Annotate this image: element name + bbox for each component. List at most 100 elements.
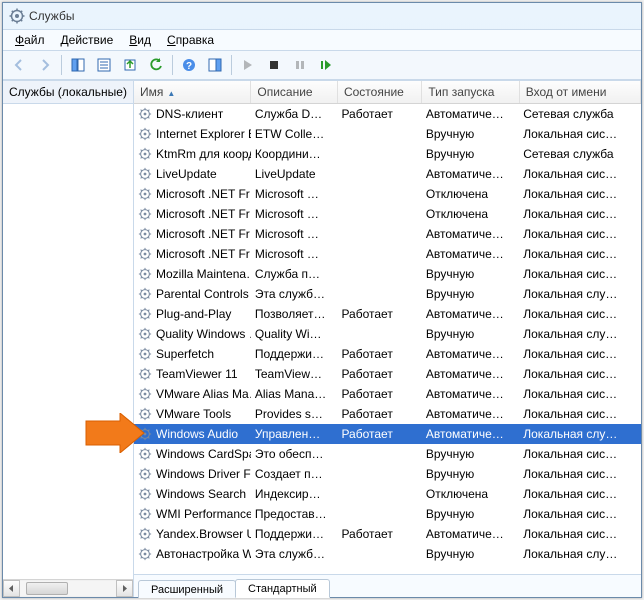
restart-service-button[interactable] — [314, 53, 338, 77]
col-header-name[interactable]: Имя▲ — [134, 81, 251, 104]
cell-startup: Вручную — [422, 124, 519, 144]
cell-name[interactable]: Microsoft .NET Fr… — [134, 184, 251, 204]
cell-name[interactable]: Автонастройка W… — [134, 544, 251, 564]
table-row[interactable]: Microsoft .NET Fr…Microsoft …ОтключенаЛо… — [134, 184, 641, 204]
table-row[interactable]: Windows AudioУправлен…РаботаетАвтоматиче… — [134, 424, 641, 444]
cell-desc: Quality Wi… — [251, 324, 338, 344]
scroll-left-icon[interactable] — [3, 580, 20, 597]
col-header-desc[interactable]: Описание — [251, 81, 338, 104]
table-row[interactable]: Автонастройка W…Эта служб…ВручнуюЛокальн… — [134, 544, 641, 564]
cell-state — [337, 164, 421, 184]
cell-state — [337, 184, 421, 204]
cell-name[interactable]: Windows CardSpa… — [134, 444, 251, 464]
tab-standard[interactable]: Стандартный — [235, 579, 330, 598]
cell-name[interactable]: Microsoft .NET Fr… — [134, 204, 251, 224]
menu-action[interactable]: Действие — [53, 31, 122, 49]
cell-name[interactable]: Windows Driver F… — [134, 464, 251, 484]
cell-name[interactable]: VMware Alias Ma… — [134, 384, 251, 404]
cell-name[interactable]: KtmRm для коорд… — [134, 144, 251, 164]
properties-button[interactable] — [92, 53, 116, 77]
table-row[interactable]: Microsoft .NET Fr…Microsoft …Автоматиче…… — [134, 224, 641, 244]
menu-help[interactable]: Справка — [159, 31, 222, 49]
cell-desc: Microsoft … — [251, 204, 338, 224]
tree-item-services-local[interactable]: Службы (локальные) — [3, 81, 133, 104]
table-row[interactable]: Windows SearchИндексир…ОтключенаЛокальна… — [134, 484, 641, 504]
cell-name[interactable]: Microsoft .NET Fr… — [134, 244, 251, 264]
table-row[interactable]: Internet Explorer E…ETW Colle…ВручнуюЛок… — [134, 124, 641, 144]
cell-desc: Alias Mana… — [251, 384, 338, 404]
cell-state — [337, 144, 421, 164]
cell-name[interactable]: Windows Audio — [134, 424, 251, 444]
cell-logon: Локальная сис… — [519, 444, 640, 464]
col-header-state[interactable]: Состояние — [337, 81, 421, 104]
cell-name[interactable]: Superfetch — [134, 344, 251, 364]
cell-name[interactable]: Yandex.Browser U… — [134, 524, 251, 544]
cell-state — [337, 244, 421, 264]
scroll-right-icon[interactable] — [116, 580, 133, 597]
table-row[interactable]: Parental ControlsЭта служб…ВручнуюЛокаль… — [134, 284, 641, 304]
col-header-logon[interactable]: Вход от имени — [519, 81, 640, 104]
show-hide-tree-button[interactable] — [66, 53, 90, 77]
cell-name[interactable]: Plug-and-Play — [134, 304, 251, 324]
table-row[interactable]: Windows Driver F…Создает п…ВручнуюЛокаль… — [134, 464, 641, 484]
service-name-text: TeamViewer 11 — [156, 367, 238, 381]
help-button[interactable]: ? — [177, 53, 201, 77]
service-gear-icon — [138, 167, 152, 181]
cell-logon: Локальная сис… — [519, 124, 640, 144]
cell-startup: Вручную — [422, 284, 519, 304]
cell-startup: Вручную — [422, 144, 519, 164]
cell-logon: Локальная сис… — [519, 384, 640, 404]
titlebar[interactable]: Службы — [3, 3, 641, 29]
cell-startup: Отключена — [422, 484, 519, 504]
cell-desc: Это обесп… — [251, 444, 338, 464]
table-row[interactable]: TeamViewer 11TeamView…РаботаетАвтоматиче… — [134, 364, 641, 384]
cell-desc: Служба D… — [251, 104, 338, 125]
cell-logon: Локальная сис… — [519, 184, 640, 204]
table-row[interactable]: KtmRm для коорд…Координи…ВручнуюСетевая … — [134, 144, 641, 164]
cell-name[interactable]: VMware Tools — [134, 404, 251, 424]
cell-name[interactable]: LiveUpdate — [134, 164, 251, 184]
col-header-startup[interactable]: Тип запуска — [422, 81, 519, 104]
show-hide-action-pane-button[interactable] — [203, 53, 227, 77]
export-button[interactable] — [118, 53, 142, 77]
table-row[interactable]: SuperfetchПоддержи…РаботаетАвтоматиче…Ло… — [134, 344, 641, 364]
table-row[interactable]: Microsoft .NET Fr…Microsoft …ОтключенаЛо… — [134, 204, 641, 224]
h-scrollbar[interactable] — [3, 579, 133, 597]
table-row[interactable]: VMware Alias Ma…Alias Mana…РаботаетАвтом… — [134, 384, 641, 404]
service-name-text: WMI Performance… — [156, 507, 251, 521]
table-row[interactable]: Microsoft .NET Fr…Microsoft …Автоматиче…… — [134, 244, 641, 264]
table-row[interactable]: VMware ToolsProvides s…РаботаетАвтоматич… — [134, 404, 641, 424]
menu-file[interactable]: Файл — [7, 31, 53, 49]
table-row[interactable]: DNS-клиентСлужба D…РаботаетАвтоматиче…Се… — [134, 104, 641, 125]
table-row[interactable]: Mozilla Maintena…Служба п…ВручнуюЛокальн… — [134, 264, 641, 284]
table-row[interactable]: Quality Windows …Quality Wi…ВручнуюЛокал… — [134, 324, 641, 344]
cell-startup: Вручную — [422, 444, 519, 464]
table-row[interactable]: WMI Performance…Предостав…ВручнуюЛокальн… — [134, 504, 641, 524]
scroll-thumb[interactable] — [26, 582, 68, 595]
cell-state — [337, 324, 421, 344]
service-name-text: Parental Controls — [156, 287, 249, 301]
service-name-text: Windows CardSpa… — [156, 447, 251, 461]
table-row[interactable]: LiveUpdateLiveUpdateАвтоматиче…Локальная… — [134, 164, 641, 184]
cell-name[interactable]: DNS-клиент — [134, 104, 251, 125]
service-name-text: Internet Explorer E… — [156, 127, 251, 141]
refresh-button[interactable] — [144, 53, 168, 77]
menu-view[interactable]: Вид — [121, 31, 159, 49]
cell-name[interactable]: TeamViewer 11 — [134, 364, 251, 384]
cell-logon: Локальная сис… — [519, 164, 640, 184]
cell-name[interactable]: Mozilla Maintena… — [134, 264, 251, 284]
scroll-track[interactable] — [20, 581, 116, 596]
cell-name[interactable]: Quality Windows … — [134, 324, 251, 344]
cell-name[interactable]: Microsoft .NET Fr… — [134, 224, 251, 244]
cell-name[interactable]: Parental Controls — [134, 284, 251, 304]
cell-name[interactable]: Internet Explorer E… — [134, 124, 251, 144]
table-row[interactable]: Windows CardSpa…Это обесп… ВручнуюЛокальн… — [134, 444, 641, 464]
tab-extended[interactable]: Расширенный — [138, 580, 236, 598]
table-row[interactable]: Yandex.Browser U…Поддержи…РаботаетАвтома… — [134, 524, 641, 544]
cell-name[interactable]: Windows Search — [134, 484, 251, 504]
service-name-text: Автонастройка W… — [156, 547, 251, 561]
cell-name[interactable]: WMI Performance… — [134, 504, 251, 524]
cell-logon: Сетевая служба — [519, 104, 640, 125]
stop-service-button[interactable] — [262, 53, 286, 77]
table-row[interactable]: Plug-and-PlayПозволяет…РаботаетАвтоматич… — [134, 304, 641, 324]
